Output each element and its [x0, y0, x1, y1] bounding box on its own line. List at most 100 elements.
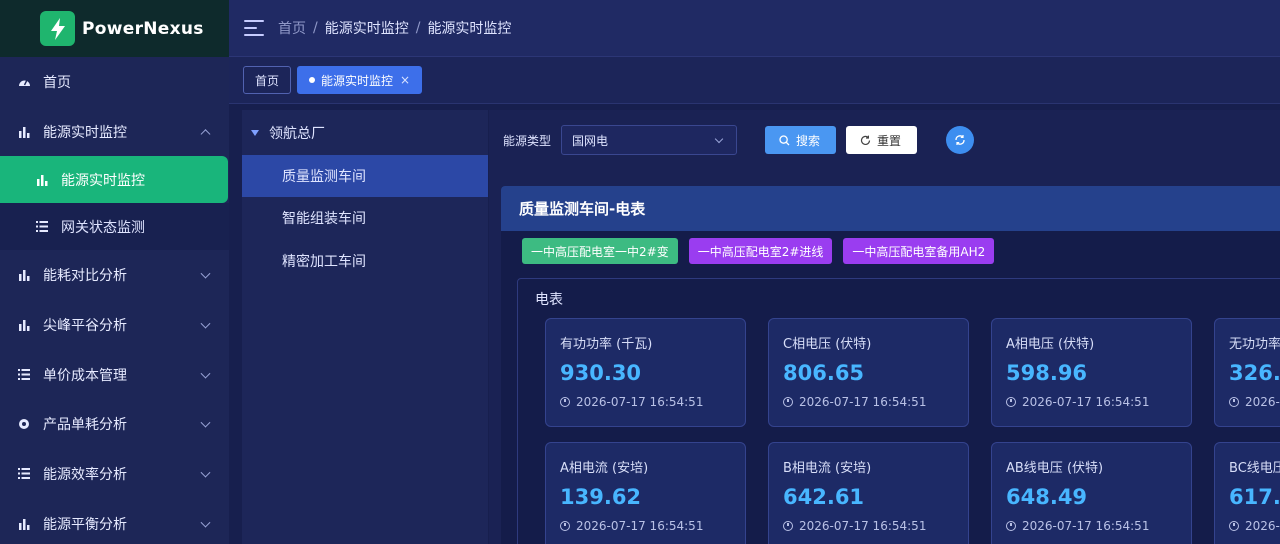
clock-icon: [1006, 521, 1016, 531]
sidebar-item-home[interactable]: 首页: [0, 57, 229, 107]
app-name: PowerNexus: [82, 18, 204, 39]
meter-chip[interactable]: 一中高压配电室2#进线: [688, 238, 833, 264]
metric-timestamp: 2026-07-17 16:54:51: [783, 519, 968, 533]
metric-card: A相电压 (伏特) 598.96 2026-07-17 16:54:51: [991, 318, 1192, 427]
clock-icon: [783, 397, 793, 407]
chevron-down-icon: [200, 517, 211, 528]
tree-root[interactable]: 领航总厂: [242, 110, 488, 155]
metric-label: BC线电压: [1229, 461, 1280, 476]
reset-button[interactable]: 重置: [846, 126, 918, 154]
menu-toggle-icon[interactable]: [244, 20, 264, 36]
meter-group: 电表 有功功率 (千瓦) 930.30 2026-07-17 16:54:51 …: [517, 278, 1280, 544]
caret-down-icon[interactable]: [251, 129, 259, 136]
sidebar-subitem-realtime-monitor[interactable]: 能源实时监控: [0, 156, 228, 204]
gear-icon: [17, 417, 31, 431]
metric-value: 326.9: [1229, 361, 1280, 385]
sidebar: PowerNexus 首页 能源实时监控 能源实时监控 网关状态监测 能耗对比分…: [0, 0, 229, 544]
list-icon: [35, 220, 49, 234]
energy-type-select[interactable]: 国网电: [561, 125, 738, 155]
sidebar-item-peak-valley[interactable]: 尖峰平谷分析: [0, 300, 229, 350]
sidebar-item-unit-cost[interactable]: 单价成本管理: [0, 350, 229, 400]
tabs-bar: 首页 能源实时监控 ×: [229, 57, 1280, 104]
metric-label: A相电流 (安培): [560, 461, 649, 476]
metric-card: A相电流 (安培) 139.62 2026-07-17 16:54:51: [545, 442, 746, 544]
sidebar-subitem-label: 能源实时监控: [61, 172, 145, 189]
energy-type-value: 国网电: [572, 133, 609, 148]
panel-title: 质量监测车间-电表: [501, 186, 1280, 231]
sidebar-item-efficiency[interactable]: 能源效率分析: [0, 449, 229, 499]
clock-icon: [560, 521, 570, 531]
sidebar-item-label: 首页: [43, 74, 71, 91]
tree-node[interactable]: 精密加工车间: [242, 240, 488, 282]
reset-button-label: 重置: [877, 133, 902, 148]
chevron-down-icon: [200, 368, 211, 379]
breadcrumb-item: 能源实时监控: [324, 21, 409, 37]
metric-timestamp: 2026-07-17 16:54:51: [1006, 519, 1191, 533]
metric-value: 139.62: [560, 485, 642, 509]
metric-label: 有功功率 (千瓦): [560, 337, 653, 352]
meter-panel: 质量监测车间-电表 一中高压配电室一中2#变 一中高压配电室2#进线 一中高压配…: [501, 186, 1280, 544]
clock-icon: [1229, 521, 1239, 531]
active-dot-icon: [309, 77, 316, 83]
logo[interactable]: PowerNexus: [0, 0, 229, 57]
breadcrumb-home[interactable]: 首页: [278, 18, 306, 38]
main-area: 首页 / 能源实时监控 / 能源实时监控 首页 能源实时监控 × 领航总厂 质量…: [229, 0, 1280, 544]
sidebar-item-label: 能源实时监控: [43, 124, 127, 141]
content-area: 领航总厂 质量监测车间 智能组装车间 精密加工车间 能源类型 国网电 搜索 重置…: [229, 104, 1280, 544]
sidebar-item-label: 单价成本管理: [43, 367, 127, 384]
metric-value: 598.96: [1006, 361, 1088, 385]
sidebar-item-product-consumption[interactable]: 产品单耗分析: [0, 399, 229, 449]
metric-time: 2026-07-17 16:54:51: [1022, 519, 1150, 533]
tree-node-label: 精密加工车间: [282, 253, 366, 270]
sidebar-item-balance[interactable]: 能源平衡分析: [0, 499, 229, 544]
metric-time: 2026-0: [1245, 395, 1280, 409]
metric-label: 无功功率: [1229, 337, 1280, 352]
search-icon: [779, 134, 790, 146]
sidebar-item-consumption-compare[interactable]: 能耗对比分析: [0, 250, 229, 300]
metric-timestamp: 2026-07-17 16:54:51: [1006, 395, 1191, 409]
sidebar-item-realtime-monitor[interactable]: 能源实时监控: [0, 107, 229, 157]
search-button[interactable]: 搜索: [765, 126, 837, 154]
metric-value: 930.30: [560, 361, 642, 385]
sidebar-item-label: 能源效率分析: [43, 466, 127, 483]
metric-value: 642.61: [783, 485, 865, 509]
tree-node[interactable]: 智能组装车间: [242, 197, 488, 239]
org-tree: 领航总厂 质量监测车间 智能组装车间 精密加工车间: [242, 110, 488, 544]
metric-card: B相电流 (安培) 642.61 2026-07-17 16:54:51: [768, 442, 969, 544]
tree-node-label: 质量监测车间: [282, 169, 366, 186]
tab-label: 首页: [255, 73, 280, 88]
tree-root-label: 领航总厂: [269, 125, 325, 142]
top-header: 首页 / 能源实时监控 / 能源实时监控: [229, 0, 1280, 57]
metric-value: 806.65: [783, 361, 865, 385]
filter-toolbar: 能源类型 国网电 搜索 重置: [489, 110, 1280, 170]
search-button-label: 搜索: [796, 133, 821, 148]
meter-group-title: 电表: [535, 292, 563, 308]
bar-chart-icon: [17, 125, 31, 139]
meter-chip[interactable]: 一中高压配电室一中2#变: [522, 238, 678, 264]
meter-chip[interactable]: 一中高压配电室备用AH2: [843, 238, 995, 264]
metric-card: 有功功率 (千瓦) 930.30 2026-07-17 16:54:51: [545, 318, 746, 427]
bar-chart-icon: [17, 517, 31, 531]
chevron-down-icon: [200, 268, 211, 279]
sidebar-subitem-gateway-status[interactable]: 网关状态监测: [0, 203, 229, 251]
tree-node-label: 智能组装车间: [282, 211, 366, 228]
metric-timestamp: 2026-0: [1229, 395, 1280, 409]
metric-card: AB线电压 (伏特) 648.49 2026-07-17 16:54:51: [991, 442, 1192, 544]
breadcrumb-current: 能源实时监控: [427, 21, 512, 37]
metric-label: B相电流 (安培): [783, 461, 872, 476]
metric-time: 2026-07-17 16:54:51: [799, 519, 927, 533]
clock-icon: [560, 397, 570, 407]
tree-node[interactable]: 质量监测车间: [242, 155, 488, 198]
app-root: PowerNexus 首页 能源实时监控 能源实时监控 网关状态监测 能耗对比分…: [0, 0, 1280, 544]
sync-icon: [955, 135, 965, 145]
auto-refresh-button[interactable]: [946, 126, 975, 154]
list-icon: [17, 467, 31, 481]
metric-label: A相电压 (伏特): [1006, 337, 1095, 352]
metric-time: 2026-07-17 16:54:51: [576, 519, 704, 533]
lightning-icon: [40, 11, 75, 46]
tab-home[interactable]: 首页: [243, 66, 292, 94]
energy-type-label: 能源类型: [503, 133, 552, 148]
tab-realtime-monitor[interactable]: 能源实时监控 ×: [297, 66, 423, 94]
bar-chart-icon: [17, 318, 31, 332]
close-icon[interactable]: ×: [400, 73, 410, 87]
